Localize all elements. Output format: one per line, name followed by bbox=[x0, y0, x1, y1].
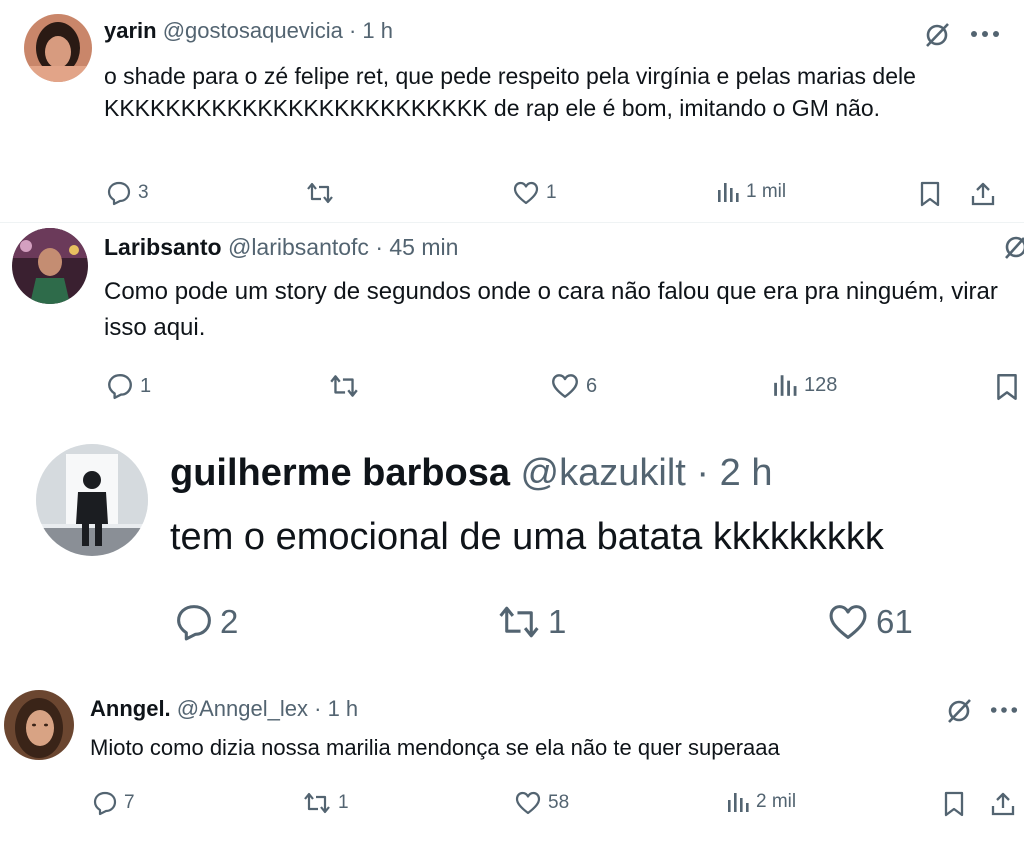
views-button[interactable]: 2 mil bbox=[726, 790, 796, 814]
separator-dot: · bbox=[375, 234, 383, 260]
retweet-count: 1 bbox=[548, 603, 567, 640]
like-icon bbox=[829, 605, 867, 639]
share-icon bbox=[991, 792, 1015, 816]
timestamp[interactable]: 45 min bbox=[389, 234, 458, 260]
views-icon bbox=[718, 183, 739, 202]
tweet-text: o shade para o zé felipe ret, que pede r… bbox=[104, 63, 916, 121]
separator-dot: · bbox=[696, 452, 710, 494]
tweet-4[interactable]: Anngel. @Anngel_lex · 1 h Mioto como diz… bbox=[0, 676, 1024, 848]
tweet-actions: 2 1 61 bbox=[0, 602, 1024, 646]
reply-icon bbox=[108, 374, 132, 400]
display-name[interactable]: guilherme barbosa bbox=[170, 452, 510, 494]
tweet-header: guilherme barbosa @kazukilt · 2 h bbox=[170, 452, 772, 495]
views-button[interactable]: 128 bbox=[772, 372, 837, 398]
tweet-header: Laribsanto @laribsantofc · 45 min bbox=[104, 234, 458, 261]
retweet-button[interactable] bbox=[305, 180, 341, 206]
more-dots-icon[interactable] bbox=[970, 30, 1000, 38]
timestamp[interactable]: 2 h bbox=[720, 452, 773, 494]
grok-slash-icon[interactable] bbox=[1000, 232, 1024, 262]
avatar[interactable] bbox=[24, 14, 92, 82]
reply-count: 7 bbox=[124, 792, 135, 813]
user-handle[interactable]: @Anngel_lex bbox=[177, 696, 308, 721]
like-button[interactable]: 61 bbox=[826, 602, 913, 642]
like-icon bbox=[552, 374, 578, 398]
tweet-text: tem o emocional de uma batata kkkkkkkkk bbox=[170, 516, 884, 558]
more-dots-icon[interactable] bbox=[990, 706, 1018, 714]
retweet-icon bbox=[307, 182, 333, 204]
like-button[interactable]: 58 bbox=[514, 790, 569, 816]
reply-icon bbox=[93, 791, 117, 816]
timestamp[interactable]: 1 h bbox=[362, 18, 393, 43]
avatar[interactable] bbox=[12, 228, 88, 304]
share-icon bbox=[971, 182, 995, 206]
tweet-3[interactable]: guilherme barbosa @kazukilt · 2 h tem o … bbox=[0, 430, 1024, 662]
bookmark-button[interactable] bbox=[918, 180, 942, 208]
retweet-count: 1 bbox=[338, 792, 349, 813]
reply-button[interactable]: 3 bbox=[106, 180, 149, 206]
retweet-button[interactable]: 1 bbox=[302, 790, 349, 816]
timestamp[interactable]: 1 h bbox=[328, 696, 359, 721]
reply-button[interactable]: 1 bbox=[106, 372, 151, 400]
tweet-1[interactable]: yarin @gostosaquevicia · 1 h o shade par… bbox=[0, 0, 1024, 222]
display-name[interactable]: Laribsanto bbox=[104, 234, 222, 260]
tweet-actions: 7 1 58 2 mil bbox=[0, 790, 1024, 822]
reply-icon bbox=[177, 605, 211, 641]
like-button[interactable]: 6 bbox=[550, 372, 597, 400]
like-count: 6 bbox=[586, 374, 598, 397]
bookmark-button[interactable] bbox=[942, 790, 966, 818]
like-icon bbox=[515, 791, 541, 815]
like-count: 61 bbox=[876, 603, 913, 640]
tweet-header: yarin @gostosaquevicia · 1 h bbox=[104, 18, 393, 44]
retweet-button[interactable] bbox=[328, 372, 366, 400]
reply-icon bbox=[107, 181, 131, 206]
retweet-icon bbox=[304, 792, 330, 814]
bookmark-icon bbox=[944, 791, 964, 817]
like-button[interactable]: 1 bbox=[512, 180, 557, 206]
separator-dot: · bbox=[348, 18, 357, 43]
reply-button[interactable]: 2 bbox=[174, 602, 238, 642]
user-handle[interactable]: @kazukilt bbox=[521, 452, 686, 494]
user-handle[interactable]: @laribsantofc bbox=[228, 234, 369, 260]
view-count: 1 mil bbox=[746, 181, 787, 202]
views-icon bbox=[728, 793, 749, 812]
bookmark-icon bbox=[920, 181, 940, 207]
grok-slash-icon[interactable] bbox=[922, 20, 952, 50]
reply-count: 3 bbox=[138, 182, 149, 203]
tweet-2[interactable]: Laribsanto @laribsantofc · 45 min Como p… bbox=[0, 222, 1024, 430]
grok-slash-icon[interactable] bbox=[944, 696, 974, 726]
user-handle[interactable]: @gostosaquevicia bbox=[163, 18, 343, 43]
view-count: 2 mil bbox=[756, 791, 797, 812]
share-button[interactable] bbox=[970, 180, 996, 208]
reply-button[interactable]: 7 bbox=[92, 790, 135, 816]
views-button[interactable]: 1 mil bbox=[716, 180, 786, 204]
retweet-icon bbox=[330, 375, 358, 397]
bookmark-icon bbox=[997, 373, 1017, 401]
display-name[interactable]: yarin bbox=[104, 18, 157, 43]
display-name[interactable]: Anngel. bbox=[90, 696, 171, 721]
tweet-actions: 1 6 128 bbox=[0, 372, 1024, 406]
reply-count: 2 bbox=[220, 603, 239, 640]
avatar[interactable] bbox=[36, 444, 148, 556]
retweet-icon bbox=[499, 606, 539, 638]
like-icon bbox=[513, 181, 539, 205]
tweet-actions: 3 1 1 mil bbox=[0, 180, 1024, 212]
bookmark-button[interactable] bbox=[994, 372, 1020, 402]
like-count: 1 bbox=[546, 182, 557, 203]
share-button[interactable] bbox=[990, 790, 1016, 818]
view-count: 128 bbox=[804, 373, 838, 396]
tweet-header: Anngel. @Anngel_lex · 1 h bbox=[90, 696, 358, 722]
separator-dot: · bbox=[314, 696, 322, 721]
reply-count: 1 bbox=[140, 374, 152, 397]
tweet-text: Mioto como dizia nossa marilia mendonça … bbox=[90, 735, 780, 760]
views-icon bbox=[774, 375, 797, 396]
like-count: 58 bbox=[548, 792, 570, 813]
avatar[interactable] bbox=[4, 690, 74, 760]
retweet-button[interactable]: 1 bbox=[496, 602, 566, 642]
tweet-text: Como pode um story de segundos onde o ca… bbox=[104, 278, 998, 341]
